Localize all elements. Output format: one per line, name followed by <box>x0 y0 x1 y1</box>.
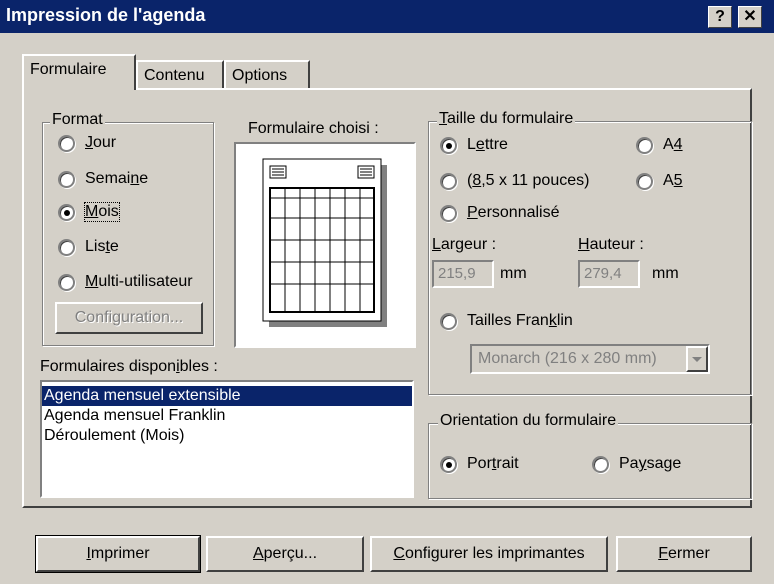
radio-personnalise-label: Personnalisé <box>467 204 560 221</box>
radio-liste-circle[interactable] <box>58 238 75 256</box>
radio-franklin[interactable]: Tailles Franklin <box>440 312 573 330</box>
title-bar: Impression de l'agenda ? ✕ <box>0 0 774 33</box>
radio-paysage-label: Paysage <box>619 455 682 472</box>
radio-mois[interactable]: Mois <box>58 202 120 222</box>
radio-a5[interactable]: A5 <box>636 172 683 190</box>
height-label: Hauteur : <box>578 236 644 253</box>
height-field[interactable]: 279,4 <box>578 260 640 288</box>
orientation-legend: Orientation du formulaire <box>438 412 619 430</box>
radio-usletter-label: (8,5 x 11 pouces) <box>467 172 590 189</box>
window-title: Impression de l'agenda <box>6 5 206 25</box>
franklin-select-value: Monarch (216 x 280 mm) <box>478 350 657 367</box>
radio-personnalise-circle[interactable] <box>440 204 457 222</box>
radio-jour-label: Jour <box>85 134 117 151</box>
list-item[interactable]: Déroulement (Mois) <box>42 426 412 446</box>
radio-mois-label: Mois <box>84 202 120 222</box>
radio-usletter[interactable]: (8,5 x 11 pouces) <box>440 172 589 190</box>
radio-personnalise[interactable]: Personnalisé <box>440 204 560 222</box>
radio-multi-label: Multi-utilisateur <box>85 273 193 290</box>
radio-portrait[interactable]: Portrait <box>440 455 519 473</box>
radio-a4[interactable]: A4 <box>636 136 683 154</box>
radio-usletter-circle[interactable] <box>440 172 457 190</box>
radio-paysage-circle[interactable] <box>592 455 609 473</box>
radio-semaine[interactable]: Semaine <box>58 170 148 188</box>
radio-liste[interactable]: Liste <box>58 238 119 256</box>
configuration-button[interactable]: Configuration... <box>55 302 203 334</box>
radio-portrait-circle[interactable] <box>440 455 457 473</box>
close-button[interactable]: Fermer <box>616 536 752 572</box>
radio-a4-circle[interactable] <box>636 136 653 154</box>
radio-selected-dot <box>446 461 452 468</box>
radio-multi[interactable]: Multi-utilisateur <box>58 273 193 291</box>
help-button[interactable]: ? <box>708 6 732 28</box>
list-item[interactable]: Agenda mensuel Franklin <box>42 406 412 426</box>
radio-franklin-label: Tailles Franklin <box>467 312 573 329</box>
width-field[interactable]: 215,9 <box>432 260 494 288</box>
chevron-down-icon <box>692 357 702 362</box>
width-unit: mm <box>500 265 527 282</box>
radio-a5-circle[interactable] <box>636 172 653 190</box>
height-unit: mm <box>652 265 679 282</box>
radio-lettre-circle[interactable] <box>440 136 457 154</box>
calendar-preview-icon <box>262 158 387 327</box>
radio-lettre-label: Lettre <box>467 136 508 153</box>
radio-a5-label: A5 <box>663 172 683 189</box>
close-window-button[interactable]: ✕ <box>738 6 762 28</box>
radio-semaine-circle[interactable] <box>58 170 75 188</box>
tab-contenu[interactable]: Contenu <box>136 60 224 90</box>
tab-formulaire-label: Formulaire <box>30 61 107 78</box>
available-forms-label: Formulaires disponibles : <box>40 358 218 375</box>
radio-liste-label: Liste <box>85 238 119 255</box>
radio-jour-circle[interactable] <box>58 134 75 152</box>
tab-options[interactable]: Options <box>224 60 310 90</box>
tab-options-label: Options <box>232 67 288 84</box>
dropdown-button[interactable] <box>686 346 708 372</box>
width-label: Largeur : <box>432 236 497 253</box>
size-legend: Taille du formulaire <box>437 110 576 128</box>
radio-franklin-circle[interactable] <box>440 312 457 330</box>
radio-mois-circle[interactable] <box>58 203 75 221</box>
radio-a4-label: A4 <box>663 136 683 153</box>
radio-jour[interactable]: Jour <box>58 134 116 152</box>
tab-formulaire[interactable]: Formulaire <box>22 54 136 90</box>
preview-box <box>234 142 416 348</box>
radio-multi-circle[interactable] <box>58 273 75 291</box>
radio-selected-dot <box>446 142 452 149</box>
list-item[interactable]: Agenda mensuel extensible <box>42 386 412 406</box>
preview-label: Formulaire choisi : <box>248 120 379 137</box>
format-legend: Format <box>50 111 105 129</box>
printer-setup-button[interactable]: Configurer les imprimantes <box>370 536 608 572</box>
franklin-select[interactable]: Monarch (216 x 280 mm) <box>470 344 710 374</box>
radio-paysage[interactable]: Paysage <box>592 455 681 473</box>
radio-semaine-label: Semaine <box>85 170 149 187</box>
radio-selected-dot <box>64 209 70 216</box>
radio-lettre[interactable]: Lettre <box>440 136 508 154</box>
available-forms-list[interactable]: Agenda mensuel extensible Agenda mensuel… <box>40 380 414 498</box>
tab-contenu-label: Contenu <box>144 67 205 84</box>
print-button[interactable]: Imprimer <box>35 535 201 573</box>
radio-portrait-label: Portrait <box>467 455 519 472</box>
preview-button[interactable]: Aperçu... <box>206 536 364 572</box>
